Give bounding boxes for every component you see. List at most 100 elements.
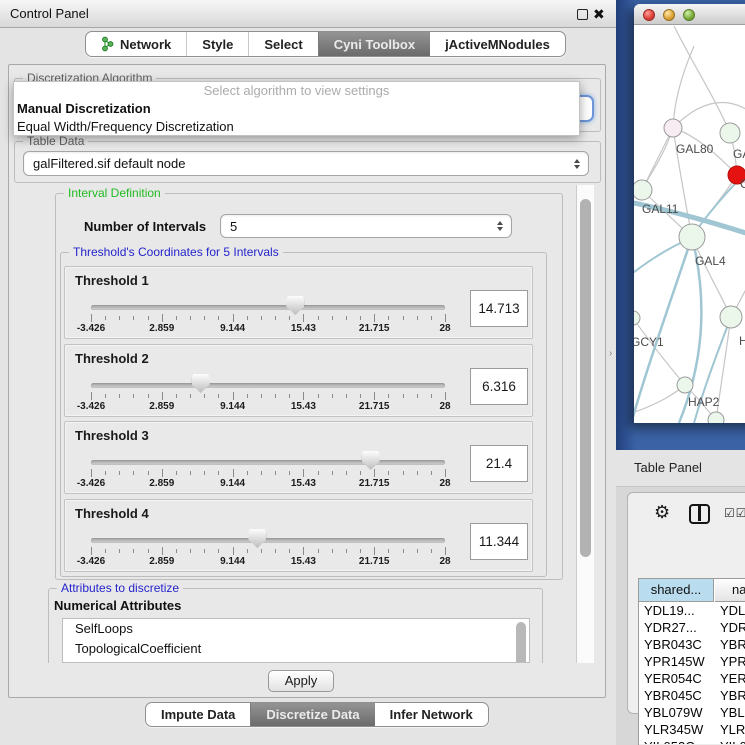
control-panel-tabs: Network Style Select Cyni Toolbox jActiv… — [85, 31, 566, 57]
network-view-window[interactable]: GAL80 GA GAL11 C GAL4 GCY1 H HAP2 — [634, 4, 745, 423]
window-zoom-icon[interactable] — [683, 9, 695, 21]
tick-label: 21.715 — [359, 401, 390, 412]
table-panel-title: Table Panel — [634, 450, 702, 486]
network-window-titlebar — [634, 4, 745, 25]
slider-thumb[interactable] — [362, 451, 380, 470]
table-row[interactable]: YLR345WYLR3 — [639, 721, 745, 738]
slider-thumb[interactable] — [248, 529, 266, 548]
numerical-attributes-list: SelfLoops TopologicalCoefficient Between… — [62, 618, 530, 663]
table-row[interactable]: YDL19...YDL1 — [639, 602, 745, 619]
list-scrollbar[interactable] — [516, 622, 526, 663]
settings-scrollbar[interactable] — [576, 185, 594, 663]
tick-label: -3.426 — [77, 478, 105, 489]
threshold-1-value-field[interactable]: 14.713 — [470, 290, 528, 327]
tab-discretize-data[interactable]: Discretize Data — [250, 703, 374, 726]
table-row[interactable]: YBL079WYBL0 — [639, 704, 745, 721]
tick-label: 9.144 — [220, 401, 245, 412]
combobox-arrows-icon — [497, 221, 503, 231]
interval-definition-group-title: Interval Definition — [64, 186, 165, 200]
threshold-2-value-field[interactable]: 6.316 — [470, 368, 528, 405]
tab-network[interactable]: Network — [86, 32, 186, 56]
column-header-name[interactable]: na — [715, 579, 745, 602]
tick-label: 21.715 — [359, 478, 390, 489]
threshold-3-slider-track[interactable] — [91, 460, 445, 465]
list-item[interactable]: BetweennessCentrality — [63, 659, 529, 663]
columns-icon[interactable] — [689, 504, 710, 524]
threshold-3-value-field[interactable]: 21.4 — [470, 445, 528, 482]
network-node — [664, 119, 682, 137]
list-item[interactable]: TopologicalCoefficient — [63, 639, 529, 659]
tab-jactivemnodules[interactable]: jActiveMNodules — [430, 32, 565, 56]
dropdown-option-equal-width-frequency[interactable]: Equal Width/Frequency Discretization — [14, 118, 579, 136]
tick-label: 15.43 — [291, 401, 316, 412]
table-row[interactable]: YPR145WYPR1 — [639, 653, 745, 670]
attributes-group-title: Attributes to discretize — [57, 581, 183, 595]
network-node-label: H — [739, 334, 745, 348]
table-panel: Table Panel ⚙ ☑☑ shared... na YDL19...YD… — [616, 450, 745, 745]
table-row[interactable]: YER054CYER0 — [639, 670, 745, 687]
threshold-4-value-field[interactable]: 11.344 — [470, 523, 528, 560]
table-row[interactable]: YBR043CYBR0 — [639, 636, 745, 653]
splitter-collapse-icon[interactable]: › — [609, 348, 612, 359]
number-of-intervals-label: Number of Intervals — [84, 219, 206, 234]
thresholds-group-title: Threshold's Coordinates for 5 Intervals — [69, 245, 283, 259]
tab-infer-network[interactable]: Infer Network — [375, 703, 488, 726]
tick-label: 9.144 — [220, 556, 245, 567]
threshold-2-panel: Threshold 2 -3.426 2.859 9.144 15.43 21.… — [64, 344, 533, 417]
tick-label: 15.43 — [291, 323, 316, 334]
dropdown-prompt: Select algorithm to view settings — [14, 82, 579, 100]
apply-button[interactable]: Apply — [268, 670, 334, 692]
network-desktop: GAL80 GA GAL11 C GAL4 GCY1 H HAP2 — [616, 0, 745, 450]
close-panel-icon[interactable]: ✖ — [593, 5, 605, 23]
network-node-label: GCY1 — [634, 335, 664, 349]
tab-style[interactable]: Style — [186, 32, 248, 56]
cyni-mode-tabs: Impute Data Discretize Data Infer Networ… — [145, 702, 489, 727]
tick-label: 21.715 — [359, 556, 390, 567]
threshold-3-panel: Threshold 3 -3.426 2.859 9.144 15.43 21.… — [64, 421, 533, 494]
threshold-1-label: Threshold 1 — [75, 273, 149, 288]
tick-label: 28 — [439, 478, 450, 489]
network-node — [720, 306, 742, 328]
tick-label: 21.715 — [359, 323, 390, 334]
float-panel-icon[interactable] — [577, 9, 588, 20]
tab-network-label: Network — [120, 37, 171, 52]
window-close-icon[interactable] — [643, 9, 655, 21]
window-minimize-icon[interactable] — [663, 9, 675, 21]
table-row[interactable]: YDR27...YDR2 — [639, 619, 745, 636]
threshold-1-slider-track[interactable] — [91, 305, 445, 310]
number-of-intervals-combobox[interactable]: 5 — [220, 214, 512, 238]
threshold-1-panel: Threshold 1 -3.426 2.859 9.144 15.43 21.… — [64, 266, 533, 339]
slider-thumb[interactable] — [286, 296, 304, 315]
tick-label: -3.426 — [77, 401, 105, 412]
table-data-group: Table Data galFiltered.sif default node — [14, 141, 601, 183]
threshold-4-slider-track[interactable] — [91, 538, 445, 543]
slider-ruler — [91, 392, 445, 400]
threshold-4-panel: Threshold 4 -3.426 2.859 9.144 15.43 21.… — [64, 499, 533, 572]
gear-icon[interactable]: ⚙ — [654, 502, 670, 522]
slider-ruler — [91, 547, 445, 555]
network-node-label: C — [740, 177, 745, 191]
settings-scrollbar-thumb[interactable] — [580, 199, 591, 557]
tab-cyni-toolbox[interactable]: Cyni Toolbox — [318, 32, 430, 56]
slider-ruler — [91, 314, 445, 322]
combobox-arrows-icon — [574, 159, 580, 169]
table-row[interactable]: YBR045CYBR0 — [639, 687, 745, 704]
control-panel-title: Control Panel — [10, 0, 89, 28]
slider-thumb[interactable] — [192, 374, 210, 393]
list-item[interactable]: SelfLoops — [63, 619, 529, 639]
checkbox-icons[interactable]: ☑☑ — [724, 506, 745, 520]
network-node-label: HAP2 — [688, 395, 720, 409]
network-canvas[interactable]: GAL80 GA GAL11 C GAL4 GCY1 H HAP2 — [634, 26, 745, 423]
network-node — [679, 224, 705, 250]
tab-impute-data[interactable]: Impute Data — [146, 703, 250, 726]
table-panel-titlebar: Table Panel — [616, 450, 745, 487]
table-data-combobox[interactable]: galFiltered.sif default node — [23, 151, 589, 176]
threshold-2-slider-track[interactable] — [91, 383, 445, 388]
tick-label: 2.859 — [149, 556, 174, 567]
dropdown-option-manual-discretization[interactable]: Manual Discretization — [14, 100, 579, 118]
network-node — [720, 123, 740, 143]
network-node — [634, 311, 640, 325]
tab-select[interactable]: Select — [248, 32, 317, 56]
column-header-shared-name[interactable]: shared... — [639, 579, 714, 602]
network-node — [677, 377, 693, 393]
